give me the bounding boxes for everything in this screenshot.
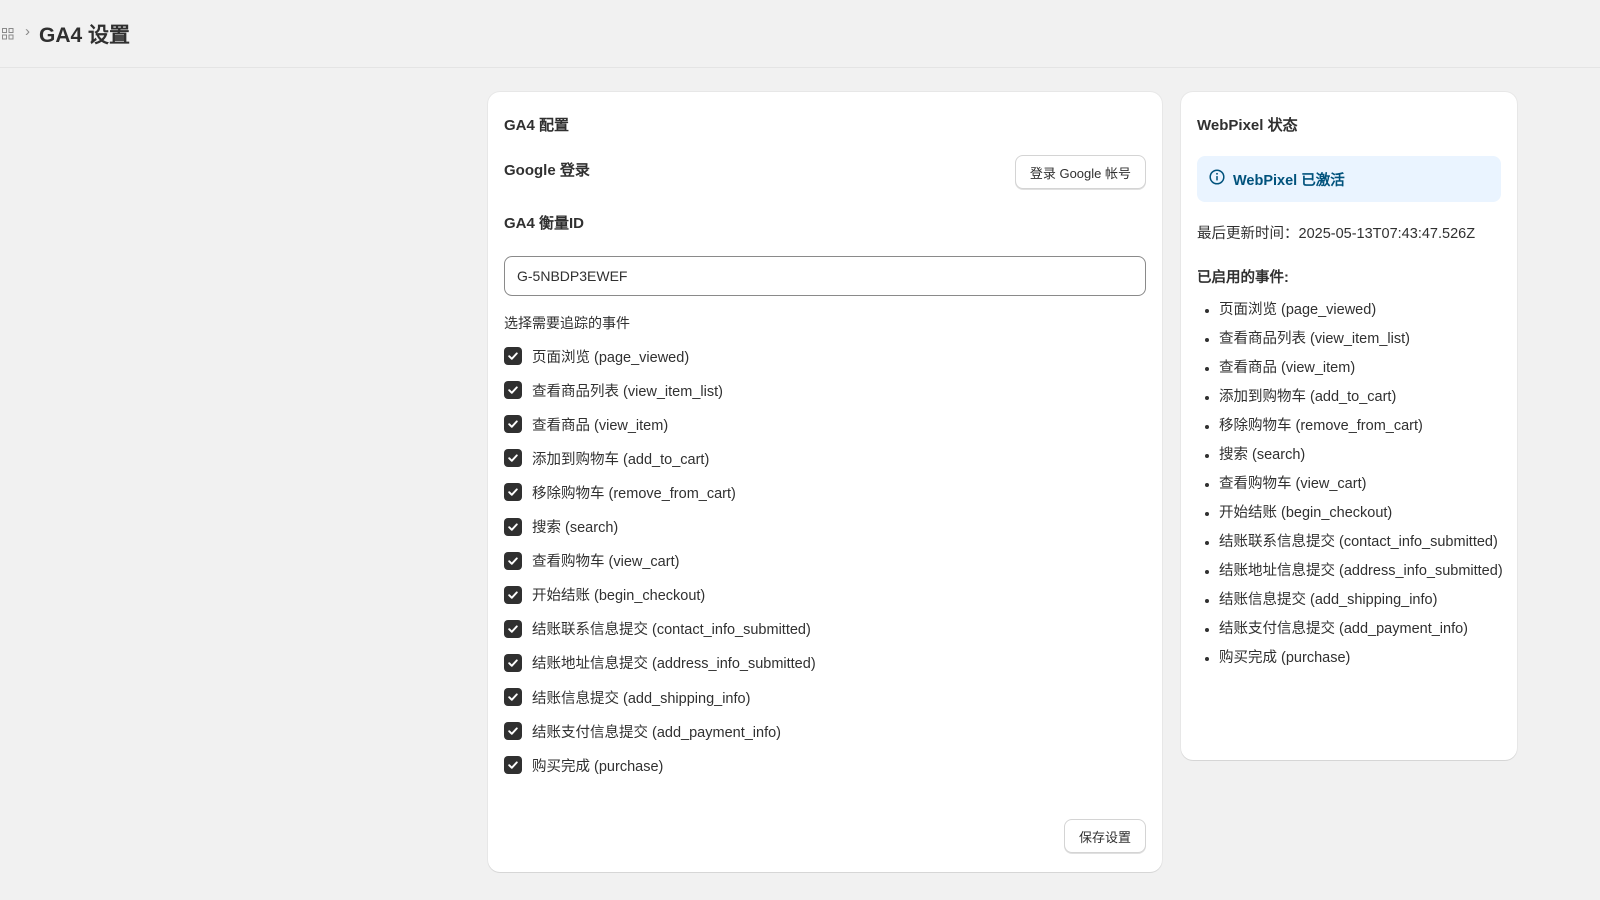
- checkmark-icon: [508, 420, 518, 428]
- event-checkbox-label: 结账联系信息提交 (contact_info_submitted): [532, 622, 811, 639]
- checkbox[interactable]: [504, 756, 522, 775]
- event-checkbox-row[interactable]: 结账信息提交 (add_shipping_info): [504, 685, 750, 709]
- checkmark-icon: [508, 761, 518, 769]
- event-checkbox-row[interactable]: 搜索 (search): [504, 515, 618, 539]
- enabled-event-item: 移除购物车 (remove_from_cart): [1197, 414, 1507, 439]
- checkmark-icon: [508, 522, 518, 531]
- event-checkbox-row[interactable]: 查看商品列表 (view_item_list): [504, 378, 723, 402]
- event-checkbox-label: 开始结账 (begin_checkout): [532, 588, 706, 605]
- event-checkbox-row[interactable]: 页面浏览 (page_viewed): [504, 344, 689, 368]
- event-checkbox-label: 查看购物车 (view_cart): [532, 554, 680, 571]
- enabled-event-item: 结账支付信息提交 (add_payment_info): [1197, 617, 1507, 642]
- checkbox[interactable]: [504, 415, 522, 434]
- event-checkbox-label: 页面浏览 (page_viewed): [532, 349, 690, 366]
- checkmark-icon: [508, 591, 518, 599]
- save-settings-button[interactable]: 保存设置: [1063, 819, 1146, 853]
- event-checkbox-row[interactable]: 移除购物车 (remove_from_cart): [504, 480, 736, 504]
- apps-icon[interactable]: [2, 27, 14, 40]
- checkbox[interactable]: [504, 653, 522, 672]
- enabled-event-item: 查看商品 (view_item): [1197, 356, 1507, 381]
- event-checkbox-row[interactable]: 开始结账 (begin_checkout): [504, 583, 705, 607]
- checkbox[interactable]: [504, 619, 522, 638]
- event-checkbox-row[interactable]: 添加到购物车 (add_to_cart): [504, 446, 709, 470]
- google-login-button[interactable]: 登录 Google 帐号: [1014, 155, 1146, 189]
- enabled-event-item: 搜索 (search): [1197, 443, 1507, 468]
- event-checkbox-row[interactable]: 结账联系信息提交 (contact_info_submitted): [504, 617, 811, 641]
- checkbox[interactable]: [504, 551, 522, 570]
- checkbox[interactable]: [504, 688, 522, 706]
- events-section-label: 选择需要追踪的事件: [504, 315, 630, 331]
- status-banner: WebPixel 已激活: [1197, 156, 1501, 202]
- event-checkbox-label: 添加到购物车 (add_to_cart): [532, 451, 710, 468]
- event-checkbox-row[interactable]: 查看商品 (view_item): [504, 412, 668, 436]
- enabled-event-item: 添加到购物车 (add_to_cart): [1197, 385, 1507, 410]
- checkbox[interactable]: [504, 585, 522, 604]
- enabled-events-heading: 已启用的事件:: [1197, 270, 1289, 286]
- event-checkbox-label: 结账支付信息提交 (add_payment_info): [532, 724, 781, 741]
- checkbox[interactable]: [504, 483, 522, 502]
- enabled-event-item: 结账联系信息提交 (contact_info_submitted): [1197, 530, 1507, 555]
- checkmark-icon: [508, 352, 518, 360]
- enabled-event-item: 页面浏览 (page_viewed): [1197, 298, 1507, 323]
- checkbox[interactable]: [504, 449, 522, 468]
- event-checkbox-row[interactable]: 结账支付信息提交 (add_payment_info): [504, 719, 781, 743]
- checkmark-icon: [508, 727, 518, 735]
- measurement-id-label: GA4 衡量ID: [504, 215, 585, 232]
- webpixel-status-card: WebPixel 状态 WebPixel 已激活 最后更新时间：2025-05-…: [1181, 92, 1517, 760]
- event-checkbox-row[interactable]: 结账地址信息提交 (address_info_submitted): [504, 651, 816, 675]
- page-title: GA4 设置: [39, 24, 131, 47]
- status-card-title: WebPixel 状态: [1197, 117, 1298, 134]
- info-icon: [1209, 168, 1225, 190]
- enabled-event-item: 购买完成 (purchase): [1197, 646, 1507, 671]
- event-checkbox-label: 查看商品 (view_item): [532, 417, 669, 434]
- last-updated-text: 最后更新时间：2025-05-13T07:43:47.526Z: [1197, 226, 1476, 242]
- checkmark-icon: [508, 625, 518, 633]
- card-title: GA4 配置: [504, 117, 570, 134]
- event-checkbox-label: 查看商品列表 (view_item_list): [532, 383, 723, 400]
- enabled-event-item: 结账信息提交 (add_shipping_info): [1197, 588, 1507, 613]
- checkbox[interactable]: [504, 517, 522, 536]
- enabled-event-item: 查看商品列表 (view_item_list): [1197, 327, 1507, 352]
- enabled-event-item: 开始结账 (begin_checkout): [1197, 501, 1507, 526]
- event-checkbox-row[interactable]: 查看购物车 (view_cart): [504, 549, 679, 573]
- checkmark-icon: [508, 659, 518, 667]
- checkmark-icon: [508, 454, 518, 463]
- enabled-events-list: 页面浏览 (page_viewed) 查看商品列表 (view_item_list…: [1197, 298, 1507, 675]
- event-checkbox-label: 移除购物车 (remove_from_cart): [532, 485, 736, 502]
- event-checkbox-row[interactable]: 购买完成 (purchase): [504, 753, 663, 777]
- measurement-id-input[interactable]: [504, 256, 1146, 296]
- checkmark-icon: [508, 693, 518, 701]
- ga4-config-card: GA4 配置 Google 登录 登录 Google 帐号 GA4 衡量ID 选…: [488, 92, 1162, 872]
- event-checkbox-label: 结账信息提交 (add_shipping_info): [532, 690, 751, 707]
- event-checkbox-label: 购买完成 (purchase): [532, 758, 664, 775]
- checkbox[interactable]: [504, 381, 522, 400]
- google-login-label: Google 登录: [504, 162, 590, 179]
- status-banner-text: WebPixel 已激活: [1233, 172, 1345, 189]
- event-checkbox-label: 搜索 (search): [532, 520, 619, 536]
- enabled-event-item: 查看购物车 (view_cart): [1197, 472, 1507, 497]
- checkbox[interactable]: [504, 347, 522, 365]
- top-bar: › GA4 设置: [0, 0, 1600, 68]
- checkmark-icon: [508, 557, 518, 565]
- event-checkbox-label: 结账地址信息提交 (address_info_submitted): [532, 656, 816, 673]
- checkmark-icon: [508, 488, 518, 497]
- enabled-event-item: 结账地址信息提交 (address_info_submitted): [1197, 559, 1507, 584]
- breadcrumb-separator: ›: [25, 23, 30, 40]
- checkbox[interactable]: [504, 722, 522, 741]
- checkmark-icon: [508, 386, 518, 394]
